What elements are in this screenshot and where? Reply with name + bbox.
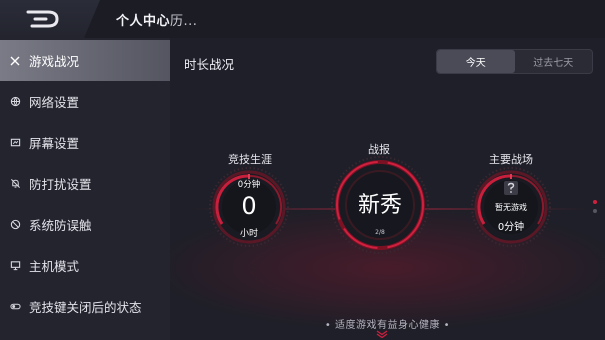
sidebar-item-label: 竞技键关闭后的状态: [29, 300, 142, 315]
back-button[interactable]: [0, 0, 100, 38]
chevron-down-icon[interactable]: [375, 330, 389, 338]
sidebar-item-label: 游戏战况: [29, 54, 80, 69]
section-title: 时长战况: [184, 57, 235, 72]
page-title: 个人中心历...: [116, 10, 197, 29]
career-hours-unit: 小时: [239, 229, 258, 239]
sidebar-item-label: 防打扰设置: [29, 177, 92, 192]
bell-off-icon: [8, 177, 22, 191]
sidebar-item-competitive-key[interactable]: 竞技键关闭后的状态: [0, 286, 170, 327]
page-dot-active: [593, 200, 597, 204]
no-game-text: 暂无游戏: [495, 203, 527, 212]
page-dot: [593, 209, 597, 213]
tab-past-seven-days[interactable]: 过去七天: [515, 50, 593, 73]
toggle-icon: [8, 300, 22, 314]
report-rank: 新秀: [357, 193, 402, 218]
sidebar-item-game-stats[interactable]: 游戏战况: [0, 40, 170, 81]
page-title-tail: 历...: [170, 14, 198, 29]
main-battlefield-time: 0分钟: [497, 222, 525, 233]
sidebar-item-do-not-disturb[interactable]: 防打扰设置: [0, 163, 170, 204]
sidebar: 游戏战况 网络设置 屏幕设置 防打扰设置 系统防误触 主机模式 竞技键关闭后的状…: [0, 38, 170, 340]
no-game-icon: [504, 181, 518, 195]
career-title: 竞技生涯: [228, 153, 272, 166]
top-bar: 个人中心历...: [0, 0, 605, 38]
back-logo-icon: [26, 10, 59, 28]
career-minutes: 0分钟: [237, 180, 261, 190]
sidebar-item-screen[interactable]: 屏幕设置: [0, 122, 170, 163]
tab-today[interactable]: 今天: [437, 50, 515, 73]
main-panel: 时长战况 今天 过去七天 竞技生涯 0分钟 0 小时 战报 新秀 2/8 主要战…: [170, 38, 605, 340]
sidebar-item-network[interactable]: 网络设置: [0, 81, 170, 122]
sidebar-item-label: 网络设置: [29, 95, 80, 110]
close-icon: [8, 54, 22, 68]
sidebar-item-anti-mistouch[interactable]: 系统防误触: [0, 204, 170, 245]
main-battlefield-title: 主要战场: [489, 153, 533, 166]
health-hint: • 适度游戏有益身心健康 •: [324, 320, 451, 331]
sidebar-item-label: 系统防误触: [29, 218, 92, 233]
sidebar-item-host-mode[interactable]: 主机模式: [0, 245, 170, 286]
page-title-main: 个人中心: [116, 14, 171, 29]
report-progress: 2/8: [375, 229, 385, 236]
no-touch-icon: [8, 218, 22, 232]
career-hours-value: 0: [241, 192, 257, 220]
page-indicator: [593, 200, 597, 218]
sidebar-item-label: 屏幕设置: [29, 136, 80, 151]
time-range-toggle: 今天 过去七天: [436, 49, 593, 74]
monitor-icon: [8, 259, 22, 273]
sidebar-item-label: 主机模式: [29, 259, 80, 274]
screen-icon: [8, 136, 22, 150]
globe-icon: [8, 95, 22, 109]
